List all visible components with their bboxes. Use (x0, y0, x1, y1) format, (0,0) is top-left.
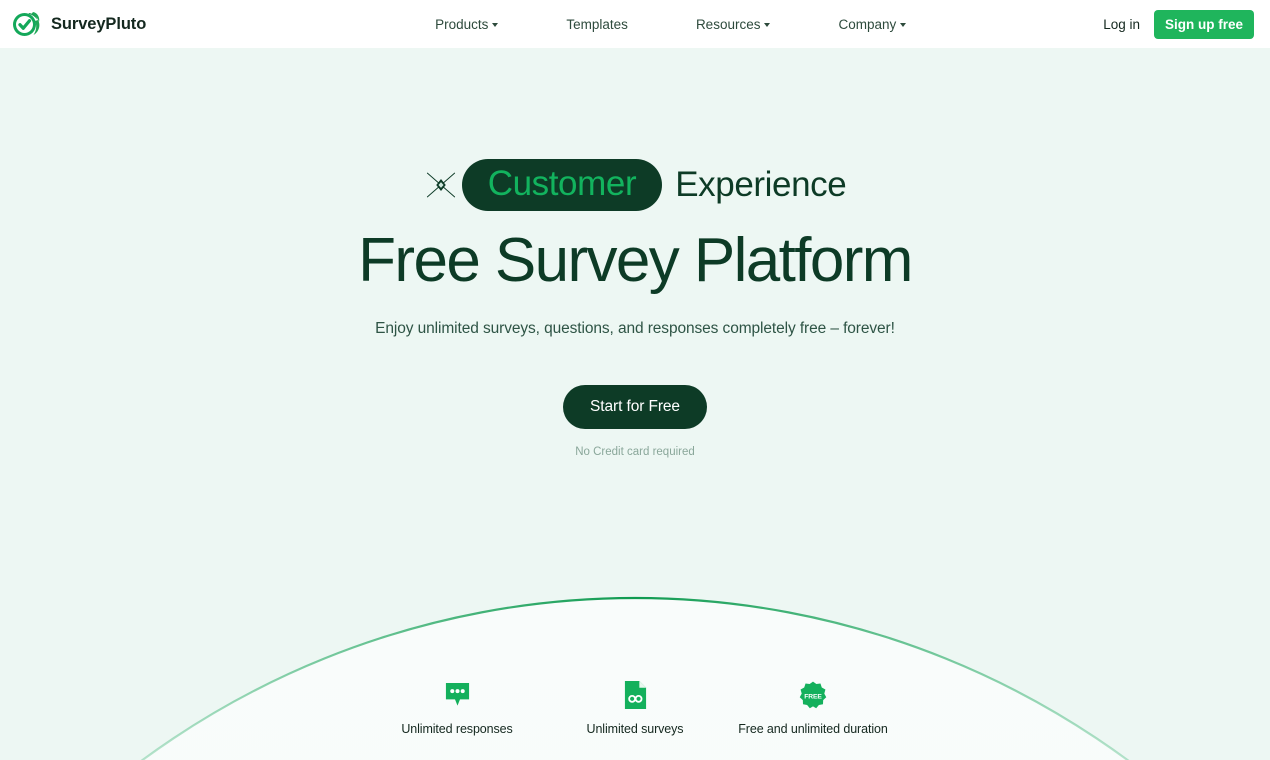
feature-label: Unlimited surveys (586, 722, 684, 736)
feature-unlimited-responses: Unlimited responses (368, 677, 546, 736)
nav-item-products[interactable]: Products (401, 11, 532, 38)
brand-name: SurveyPluto (51, 14, 147, 33)
hero-eyebrow: Customer Experience (0, 158, 1270, 212)
chevron-down-icon (492, 23, 499, 27)
nav-item-company-label: Company (838, 16, 897, 32)
brand-logo-link[interactable]: SurveyPluto (10, 8, 146, 40)
login-link[interactable]: Log in (1103, 17, 1140, 32)
feature-free-unlimited-duration: FREE Free and unlimited duration (724, 677, 902, 736)
nav-item-templates-label: Templates (566, 16, 628, 32)
chevron-down-icon (900, 23, 907, 27)
nav-item-company[interactable]: Company (804, 11, 940, 38)
feature-unlimited-surveys: Unlimited surveys (546, 677, 724, 736)
hero-section: Customer Experience Free Survey Platform… (0, 48, 1270, 760)
nav-item-resources-label: Resources (695, 16, 761, 32)
chat-bubble-dots-icon (444, 677, 471, 713)
nav-item-products-label: Products (435, 16, 489, 32)
hero-content: Customer Experience Free Survey Platform… (0, 48, 1270, 458)
header-actions: Log in Sign up free (1103, 9, 1254, 39)
cta-disclaimer: No Credit card required (575, 445, 695, 458)
start-for-free-button[interactable]: Start for Free (563, 384, 707, 429)
sparkle-icon (424, 168, 458, 202)
svg-text:FREE: FREE (804, 693, 822, 700)
surveypluto-logo-icon (10, 8, 42, 40)
feature-highlights: Unlimited responses Unlimited surveys FR… (0, 677, 1270, 736)
feature-label: Unlimited responses (401, 722, 513, 736)
hero-eyebrow-tail: Experience (675, 165, 847, 205)
signup-free-button[interactable]: Sign up free (1153, 9, 1254, 39)
nav-item-templates[interactable]: Templates (532, 11, 662, 38)
feature-label: Free and unlimited duration (738, 722, 888, 736)
document-infinity-icon (623, 677, 648, 713)
hero-cta-group: Start for Free No Credit card required (0, 384, 1270, 458)
nav-item-resources[interactable]: Resources (662, 11, 805, 38)
hero-subheading: Enjoy unlimited surveys, questions, and … (375, 319, 895, 337)
chevron-down-icon (764, 23, 771, 27)
page-title: Free Survey Platform (358, 226, 913, 295)
free-badge-icon: FREE (799, 677, 827, 713)
main-navigation: Products Templates Resources Company (238, 11, 1103, 38)
site-header: SurveyPluto Products Templates Resources… (0, 0, 1270, 48)
hero-eyebrow-highlight-pill: Customer (461, 158, 663, 212)
